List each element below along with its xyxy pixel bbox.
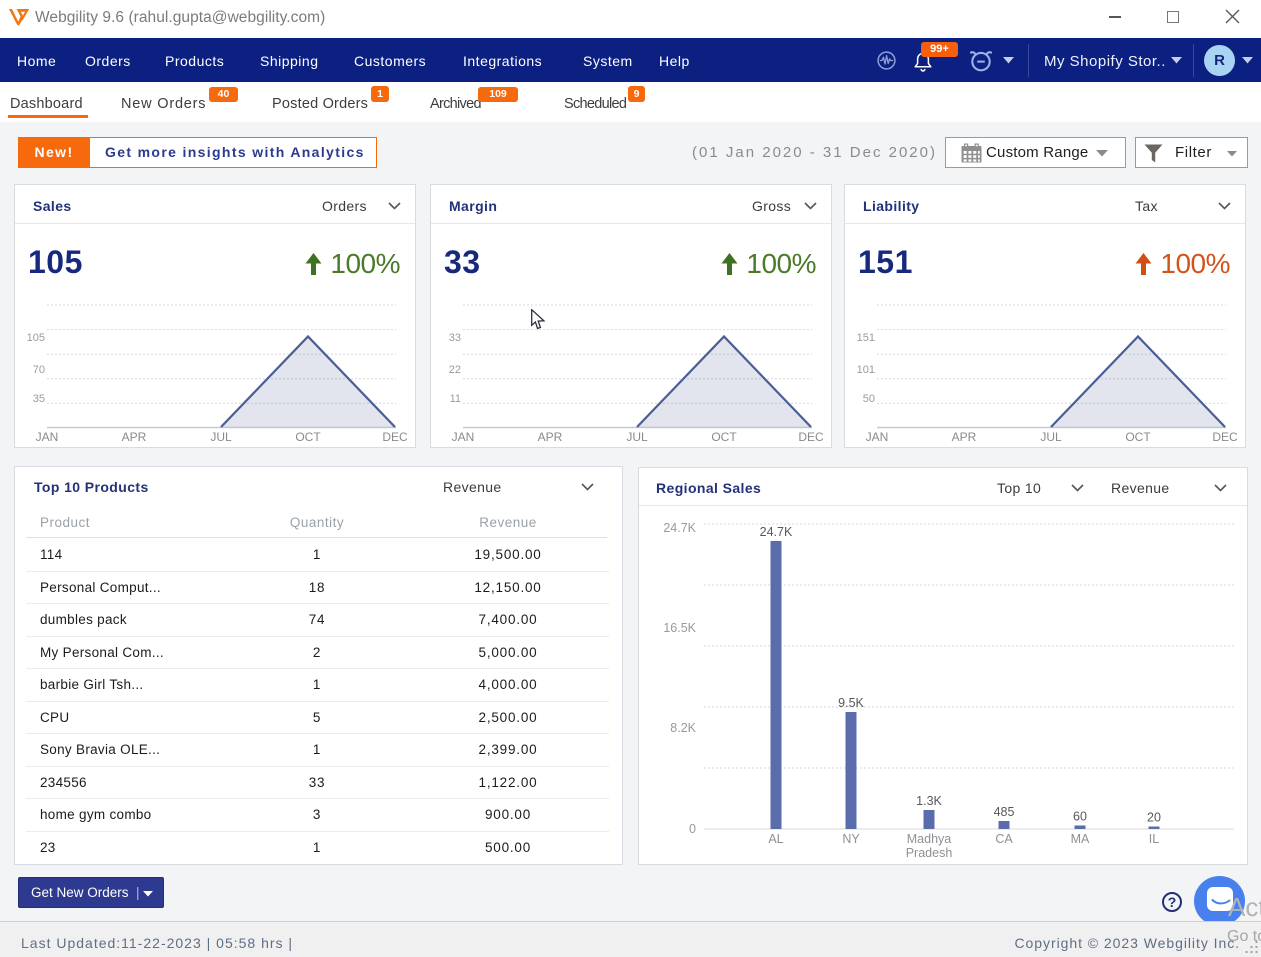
svg-text:24.7K: 24.7K — [663, 521, 696, 535]
svg-text:JUL: JUL — [210, 430, 232, 444]
svg-text:JUL: JUL — [1040, 430, 1062, 444]
svg-text:33: 33 — [449, 332, 461, 344]
svg-text:9.5K: 9.5K — [838, 696, 864, 710]
svg-text:IL: IL — [1149, 832, 1159, 846]
svg-text:151: 151 — [857, 332, 875, 344]
svg-text:OCT: OCT — [295, 430, 321, 444]
svg-text:50: 50 — [863, 393, 875, 405]
svg-text:101: 101 — [857, 364, 875, 376]
svg-text:60: 60 — [1073, 810, 1087, 824]
svg-text:DEC: DEC — [1212, 430, 1238, 444]
svg-text:11: 11 — [450, 393, 461, 405]
svg-text:DEC: DEC — [798, 430, 824, 444]
svg-text:APR: APR — [952, 430, 977, 444]
svg-text:JUL: JUL — [626, 430, 648, 444]
svg-text:APR: APR — [538, 430, 563, 444]
svg-text:22: 22 — [449, 364, 461, 376]
svg-text:20: 20 — [1147, 811, 1161, 825]
svg-text:OCT: OCT — [1125, 430, 1151, 444]
svg-text:OCT: OCT — [711, 430, 737, 444]
svg-text:35: 35 — [33, 393, 45, 405]
svg-text:AL: AL — [768, 832, 783, 846]
svg-text:JAN: JAN — [866, 430, 889, 444]
svg-text:Madhya: Madhya — [907, 832, 952, 846]
svg-text:NY: NY — [842, 832, 860, 846]
svg-text:JAN: JAN — [452, 430, 475, 444]
svg-text:Pradesh: Pradesh — [906, 846, 953, 860]
svg-text:DEC: DEC — [382, 430, 408, 444]
svg-text:JAN: JAN — [36, 430, 59, 444]
svg-text:1.3K: 1.3K — [916, 794, 942, 808]
svg-text:16.5K: 16.5K — [663, 621, 696, 635]
svg-text:105: 105 — [27, 332, 45, 344]
svg-text:24.7K: 24.7K — [760, 525, 793, 539]
svg-text:8.2K: 8.2K — [670, 721, 696, 735]
svg-text:0: 0 — [689, 822, 696, 836]
svg-text:CA: CA — [995, 832, 1013, 846]
svg-text:485: 485 — [994, 805, 1015, 819]
svg-text:APR: APR — [122, 430, 147, 444]
svg-text:MA: MA — [1071, 832, 1090, 846]
svg-text:70: 70 — [33, 364, 45, 376]
